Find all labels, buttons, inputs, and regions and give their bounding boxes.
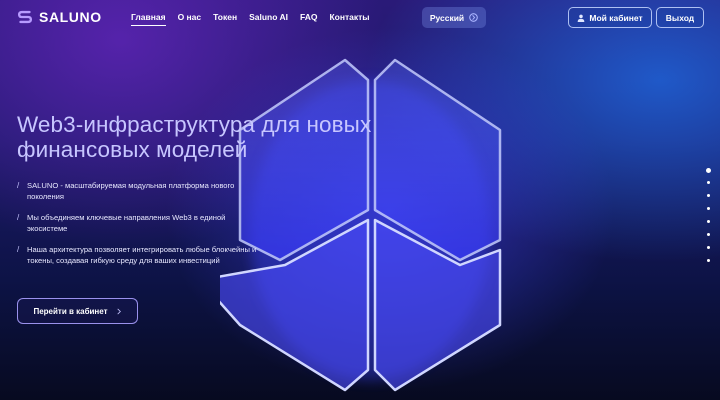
nav-item-saluno-ai[interactable]: Saluno AI bbox=[249, 12, 288, 26]
logo-text: SALUNO bbox=[39, 9, 102, 25]
list-item: / Мы объединяем ключевые направления Web… bbox=[17, 212, 257, 234]
list-item: / SALUNO - масштабируемая модульная плат… bbox=[17, 180, 257, 202]
pagination-dot[interactable] bbox=[706, 259, 710, 262]
pagination-dot[interactable] bbox=[706, 220, 710, 223]
main-nav: Главная О нас Токен Saluno AI FAQ Контак… bbox=[131, 12, 370, 26]
site-header: SALUNO Главная О нас Токен Saluno AI FAQ… bbox=[0, 0, 720, 36]
user-icon bbox=[578, 14, 585, 22]
nav-item-about[interactable]: О нас bbox=[178, 12, 202, 26]
logo[interactable]: SALUNO bbox=[16, 8, 102, 26]
feature-text: Наша архитектура позволяет интегрировать… bbox=[27, 245, 257, 265]
language-label: Русский bbox=[429, 12, 465, 23]
nav-item-contacts[interactable]: Контакты bbox=[329, 12, 369, 26]
language-selector[interactable]: Русский bbox=[422, 7, 486, 28]
nav-item-home[interactable]: Главная bbox=[131, 12, 166, 26]
nav-item-faq[interactable]: FAQ bbox=[300, 12, 317, 26]
nav-item-token[interactable]: Токен bbox=[213, 12, 237, 26]
feature-text: Мы объединяем ключевые направления Web3 … bbox=[27, 213, 226, 233]
my-cabinet-button[interactable]: Мой кабинет bbox=[568, 7, 652, 28]
my-cabinet-label: Мой кабинет bbox=[589, 12, 643, 23]
pagination-dot[interactable] bbox=[706, 233, 710, 236]
list-item: / Наша архитектура позволяет интегрирова… bbox=[17, 244, 257, 266]
pagination-dot[interactable] bbox=[706, 194, 710, 197]
logout-button[interactable]: Выход bbox=[656, 7, 704, 28]
logo-s-icon bbox=[17, 10, 33, 24]
slash-bullet-icon: / bbox=[17, 245, 20, 254]
slide-pagination bbox=[703, 168, 713, 272]
pagination-dot[interactable] bbox=[705, 168, 711, 173]
go-to-cabinet-label: Перейти в кабинет bbox=[33, 306, 108, 316]
slash-bullet-icon: / bbox=[17, 181, 20, 190]
feature-list: / SALUNO - масштабируемая модульная плат… bbox=[17, 180, 257, 276]
hero-title: Web3-инфраструктура для новых финансовых… bbox=[17, 112, 372, 162]
feature-text: SALUNO - масштабируемая модульная платфо… bbox=[27, 181, 235, 201]
go-to-cabinet-button[interactable]: Перейти в кабинет bbox=[17, 298, 138, 324]
language-icon bbox=[469, 13, 478, 22]
pagination-dot[interactable] bbox=[706, 246, 710, 249]
pagination-dot[interactable] bbox=[706, 181, 710, 184]
hexagon-3d-illustration bbox=[220, 58, 502, 392]
logout-label: Выход bbox=[665, 12, 695, 23]
pagination-dot[interactable] bbox=[706, 207, 710, 210]
slash-bullet-icon: / bbox=[17, 213, 20, 222]
chevron-right-icon bbox=[116, 308, 121, 314]
